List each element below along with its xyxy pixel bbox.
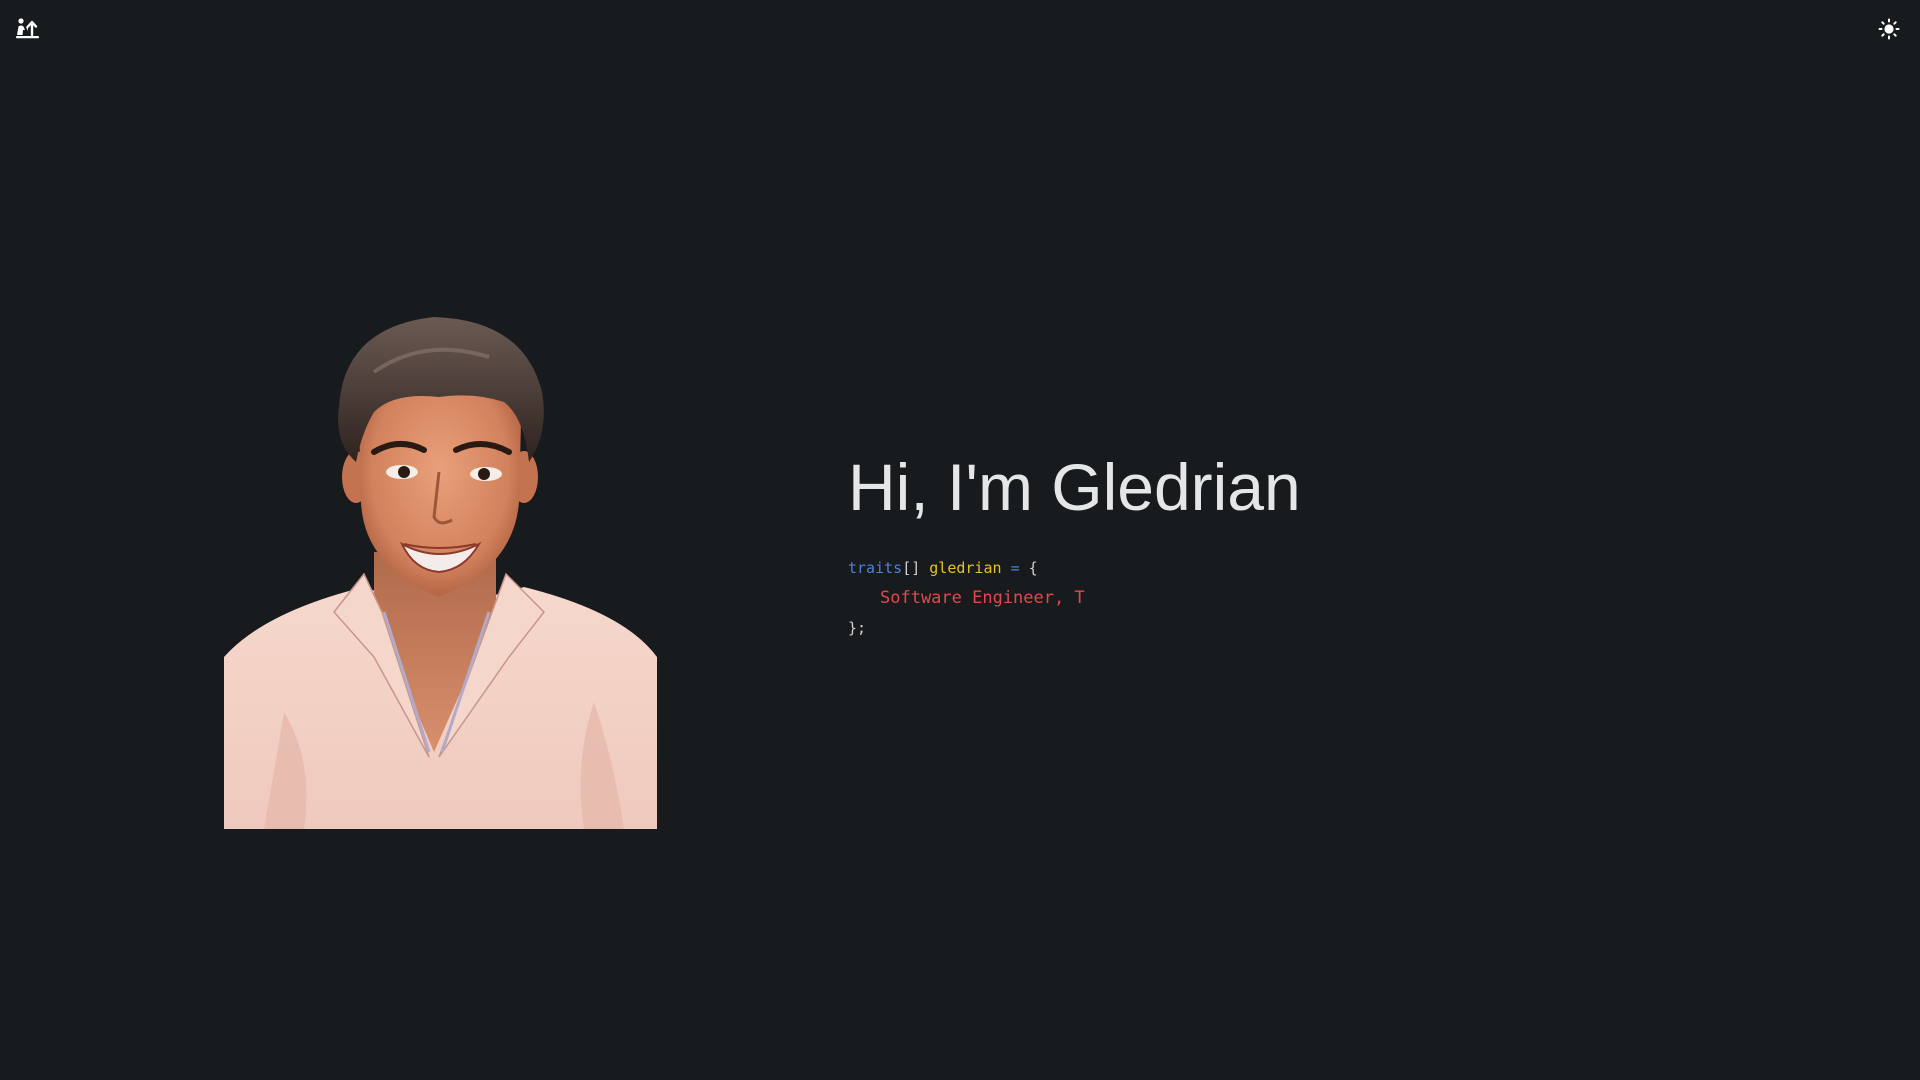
code-operator: = (1010, 559, 1020, 577)
typed-trait-text: Software Engineer, T (880, 588, 1085, 608)
code-snippet: traits[] gledrian = { Software Engineer,… (848, 554, 1301, 643)
sun-icon (1878, 18, 1900, 40)
code-open-brace: { (1028, 559, 1038, 577)
portrait-illustration (224, 317, 657, 829)
person-upload-icon (16, 18, 39, 39)
theme-toggle-button[interactable] (1876, 16, 1902, 42)
code-type-keyword: traits (848, 559, 903, 577)
code-brackets: [] (902, 559, 921, 577)
page: Hi, I'm Gledrian traits[] gledrian = { S… (0, 0, 1920, 1080)
hero-title: Hi, I'm Gledrian (848, 450, 1301, 524)
profile-portrait (224, 312, 657, 829)
home-logo-button[interactable] (14, 16, 42, 40)
hero-section: Hi, I'm Gledrian traits[] gledrian = { S… (848, 448, 1301, 643)
code-close-brace: }; (848, 619, 867, 637)
code-variable: gledrian (929, 559, 1002, 577)
